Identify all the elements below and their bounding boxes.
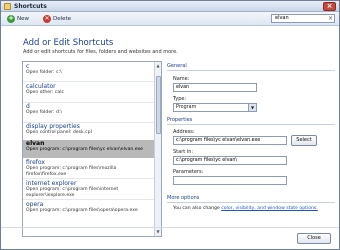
properties-divider [167,124,335,125]
list-item-name: opera [26,201,44,208]
type-label: Type: [173,96,187,102]
parameters-field[interactable] [173,176,287,185]
chevron-down-icon: ▼ [248,104,256,111]
more-options-section-label: More options [167,195,200,201]
list-item-name: elvan [26,140,45,147]
list-item-name: calculator [26,83,56,90]
list-item[interactable]: firefox Open program: c:\program files\m… [23,159,155,177]
list-item-desc: Open program: c:\program files\yc elvan\… [26,147,143,152]
type-select-value: Program [176,105,197,110]
list-item-name: internet explorer [26,180,77,187]
address-field[interactable]: c:\program files\yc elvan\elvan.exe [173,136,287,145]
scroll-thumb[interactable] [156,76,161,134]
list-item-name: display properties [26,123,80,130]
type-select[interactable]: Program ▼ [173,103,257,112]
list-divider [23,81,155,82]
search-input-value: elvan [275,15,289,21]
list-item-desc: Open other: calc [26,90,65,95]
page-title: Add or Edit Shortcuts [23,38,114,48]
list-item-name: firefox [26,159,45,166]
list-item-desc: Open program: c:\program files\mozilla f… [26,166,117,177]
app-icon [4,3,11,10]
search-input[interactable]: elvan × [271,14,335,23]
new-button-label: New [17,16,29,22]
footer-divider [1,227,339,228]
clear-search-icon[interactable]: × [328,15,333,22]
shortcuts-window: Shortcuts × + New ✕ Delete elvan × Add o… [0,0,340,250]
window-close-button[interactable]: × [323,2,336,11]
list-item[interactable]: internet explorer Open program: c:\progr… [23,180,155,198]
title-bar[interactable]: Shortcuts × [1,1,339,12]
start-in-field[interactable]: c:\program files\yc elvan\ [173,156,287,165]
delete-button[interactable]: ✕ Delete [43,14,71,24]
list-divider [23,178,155,179]
scroll-down-icon[interactable]: ▼ [155,229,161,235]
list-item-name: c [26,63,30,70]
select-button[interactable]: Select [291,135,317,146]
list-item-desc: Open program: c:\program files\internet … [26,187,119,198]
toolbar: + New ✕ Delete elvan × [1,12,339,26]
address-label: Address: [173,129,195,135]
list-item-desc: Open program: c:\program files\opera\ope… [26,208,138,213]
list-scrollbar[interactable]: ▲ ▼ [154,62,161,236]
shortcut-list[interactable]: c Open folder: c:\ calculator Open other… [22,61,162,237]
list-item-name: d [26,103,30,110]
list-item[interactable]: c Open folder: c:\ [23,63,155,80]
more-options-link[interactable]: color, visibility, and window state opti… [221,206,318,211]
properties-section-label: Properties [167,117,193,123]
new-button[interactable]: + New [7,14,29,24]
list-item-desc: Open control panel: desk.cpl [26,130,92,135]
name-field[interactable]: elvan [173,83,257,92]
list-item-desc: Open folder: c:\ [26,70,62,75]
list-item[interactable]: display properties Open control panel: d… [23,123,155,140]
list-item-selected[interactable]: elvan Open program: c:\program files\yc … [23,140,155,158]
more-options-prefix: You can also change [173,206,222,211]
general-section-label: General [167,63,187,69]
delete-icon: ✕ [43,15,51,23]
delete-button-label: Delete [53,16,72,22]
page-subtitle: Add or edit shortcuts for files, folders… [23,49,178,55]
general-divider [167,70,335,71]
window-title: Shortcuts [14,3,47,10]
list-item-desc: Open folder: d:\ [26,110,63,115]
list-item[interactable]: calculator Open other: calc [23,83,155,100]
list-item[interactable]: opera Open program: c:\program files\ope… [23,201,155,218]
plus-icon: + [7,14,15,23]
scroll-up-icon[interactable]: ▲ [155,63,161,69]
more-options-text: You can also change color, visibility, a… [173,206,318,211]
parameters-label: Parameters: [173,169,204,175]
name-label: Name: [173,76,190,82]
list-divider [23,199,155,200]
close-button[interactable]: Close [297,233,331,244]
more-options-divider [167,202,335,203]
list-item[interactable]: d Open folder: d:\ [23,103,155,120]
start-in-label: Start in: [173,149,194,155]
